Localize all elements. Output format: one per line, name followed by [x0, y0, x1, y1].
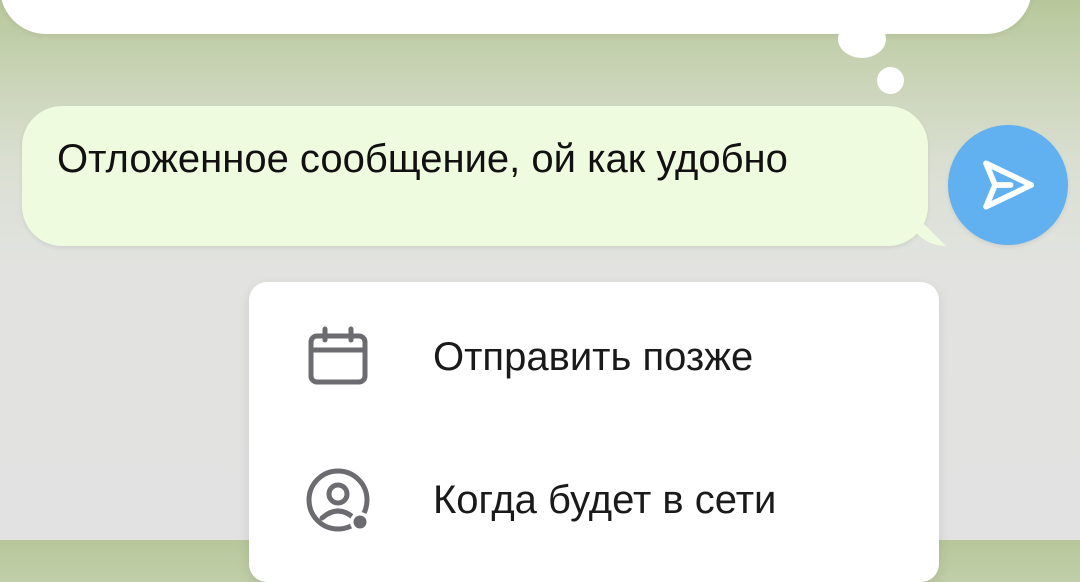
user-online-icon [305, 467, 371, 533]
schedule-context-menu: Отправить позже Когда будет в сети [249, 282, 939, 582]
menu-item-send-later[interactable]: Отправить позже [249, 302, 939, 412]
send-button[interactable] [948, 125, 1068, 245]
menu-item-label: Отправить позже [433, 334, 754, 379]
calendar-icon [305, 324, 371, 390]
bubble-tail-dot [838, 20, 886, 58]
menu-item-label: Когда будет в сети [433, 477, 777, 522]
draft-message-bubble: Отложенное сообщение, ой как удобно [22, 106, 928, 246]
message-text: Отложенное сообщение, ой как удобно [57, 137, 788, 181]
bubble-tail-dot [877, 67, 904, 94]
send-icon [983, 160, 1035, 210]
menu-item-when-online[interactable]: Когда будет в сети [249, 445, 939, 555]
